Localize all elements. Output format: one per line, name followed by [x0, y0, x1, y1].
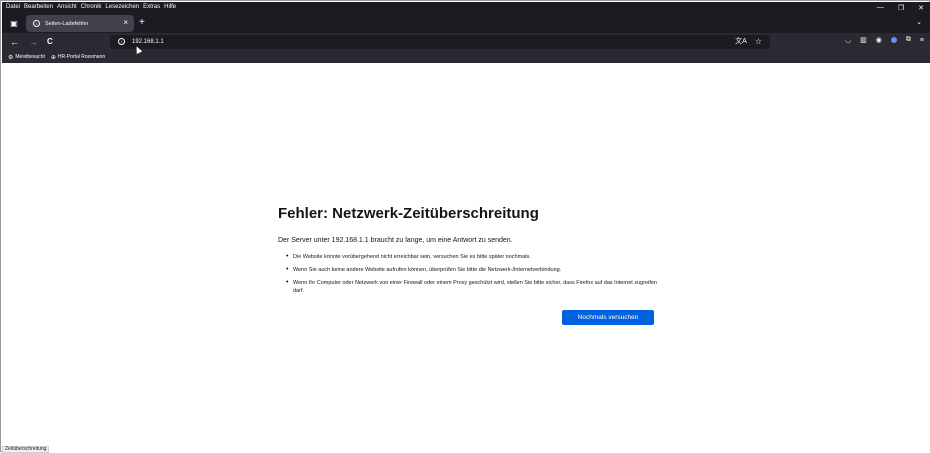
menu-hilfe[interactable]: Hilfe [164, 2, 176, 13]
tab-active[interactable]: i Seiten-Ladefehler × [26, 15, 134, 32]
menu-extras[interactable]: Extras [143, 2, 160, 13]
pocket-icon[interactable]: ◡ [845, 36, 851, 44]
info-icon: i [33, 20, 40, 27]
bookmark-label: HR-Portal Rossmann [57, 54, 106, 60]
close-icon[interactable]: ✕ [918, 4, 924, 12]
minimize-icon[interactable]: — [877, 4, 884, 11]
globe-icon: ⊕ [50, 54, 56, 61]
error-title: Fehler: Netzwerk-Zeitüberschreitung [278, 205, 539, 222]
extensions-icon[interactable]: ⧉ [906, 36, 911, 44]
bookmark-hr-portal[interactable]: ⊕ HR-Portal Rossmann [51, 54, 105, 61]
menu-ansicht[interactable]: Ansicht [57, 2, 77, 13]
chevron-down-icon[interactable]: ⌄ [916, 18, 922, 26]
menu-icon[interactable]: ≡ [920, 37, 924, 44]
bookmark-meistbesucht[interactable]: ⚙ Meistbesucht [8, 54, 45, 61]
translate-icon[interactable]: 文A [735, 36, 747, 48]
tab-title: Seiten-Ladefehler [45, 20, 89, 27]
menu-bearbeiten[interactable]: Bearbeiten [24, 2, 53, 13]
info-icon[interactable]: i [118, 38, 125, 45]
list-item: Wenn Sie auch keine andere Website aufru… [286, 266, 666, 274]
forward-button[interactable]: → [29, 35, 38, 49]
tab-close-icon[interactable]: × [123, 18, 128, 27]
new-tab-button[interactable]: + [139, 17, 145, 29]
menu-bar: Datei Bearbeiten Ansicht Chronik Lesezei… [2, 2, 930, 13]
browser-window: Datei Bearbeiten Ansicht Chronik Lesezei… [0, 0, 930, 453]
restore-icon[interactable]: ❐ [898, 4, 904, 12]
menu-chronik[interactable]: Chronik [81, 2, 102, 13]
tab-list-icon[interactable]: ▣ [8, 17, 20, 29]
menu-datei[interactable]: Datei [6, 2, 20, 13]
retry-button[interactable]: Nochmals versuchen [562, 310, 654, 325]
url-actions: 文A ☆ [735, 36, 762, 48]
error-suggestions: Die Website könnte vorübergehend nicht e… [286, 253, 666, 300]
toolbar-actions: ◡ ▥ ◉ ⧉ ≡ [845, 36, 924, 44]
error-description: Der Server unter 192.168.1.1 braucht zu … [278, 237, 513, 244]
gear-icon: ⚙ [8, 54, 14, 61]
sidebar-icon[interactable]: ▥ [860, 36, 867, 44]
reload-button[interactable]: C [47, 35, 53, 49]
star-icon[interactable]: ☆ [755, 36, 762, 48]
list-item: Die Website könnte vorübergehend nicht e… [286, 253, 666, 261]
window-controls: — ❐ ✕ [877, 2, 924, 13]
back-button[interactable]: ← [10, 35, 19, 49]
bookmarks-bar: ⚙ Meistbesucht ⊕ HR-Portal Rossmann [2, 51, 930, 63]
account-icon[interactable]: ◉ [876, 36, 882, 44]
url-bar[interactable]: i 192.168.1.1 文A ☆ [110, 35, 770, 49]
page-content: Fehler: Netzwerk-Zeitüberschreitung Der … [2, 63, 930, 452]
bookmark-label: Meistbesucht [15, 54, 45, 60]
profile-icon[interactable] [890, 37, 897, 43]
list-item: Wenn Ihr Computer oder Netzwerk von eine… [286, 279, 666, 295]
menu-lesezeichen[interactable]: Lesezeichen [105, 2, 139, 13]
tab-strip: ▣ i Seiten-Ladefehler × + ⌄ [2, 13, 930, 33]
